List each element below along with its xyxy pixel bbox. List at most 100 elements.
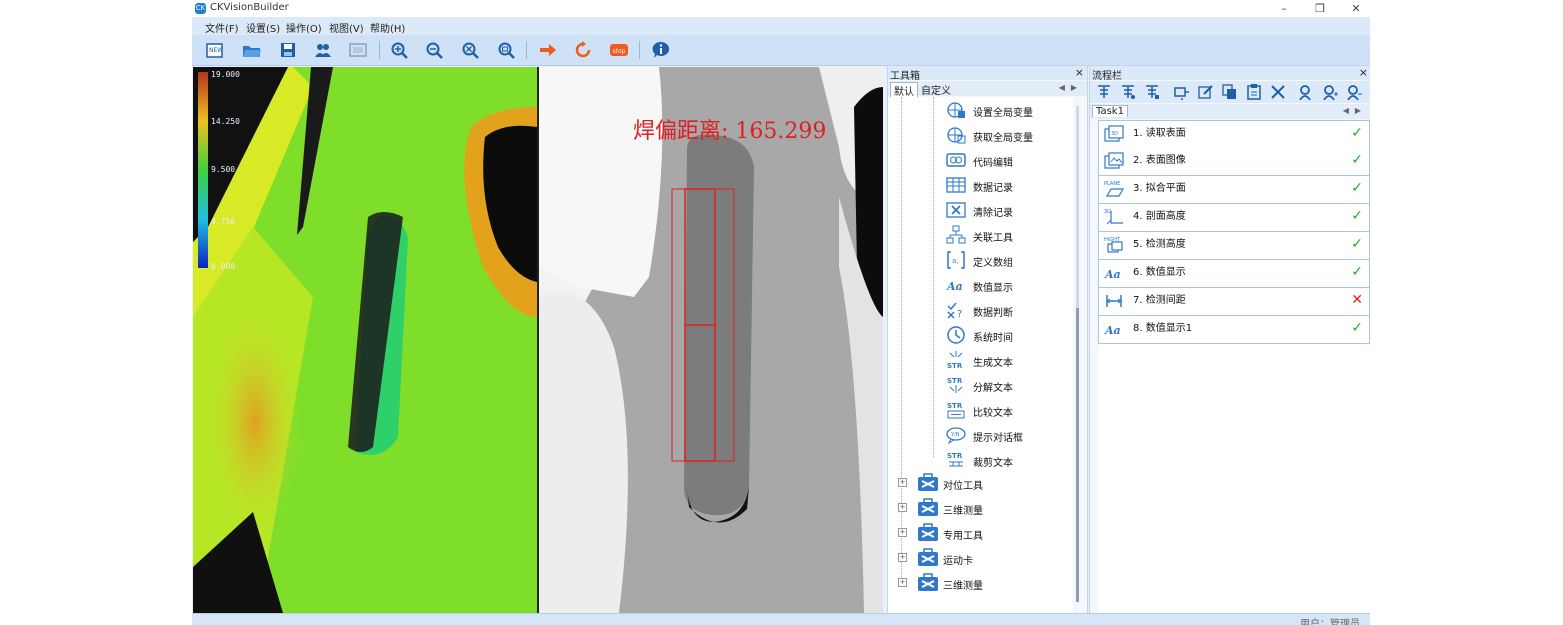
status-ok-icon: ✓: [1351, 236, 1363, 252]
save-icon[interactable]: [278, 41, 298, 59]
tool-get-global-variable[interactable]: 获取全局变量: [946, 124, 1071, 146]
value-display-icon: Aa: [1103, 319, 1125, 339]
stop-icon[interactable]: stop: [609, 41, 629, 59]
info-icon[interactable]: [651, 41, 671, 59]
toolkit-icon: [917, 473, 939, 492]
tab-custom[interactable]: 自定义: [918, 82, 954, 97]
expand-icon[interactable]: +: [898, 553, 907, 562]
minimize-button[interactable]: –: [1274, 1, 1294, 16]
run-loop-icon[interactable]: [573, 41, 593, 59]
tool-link-tool[interactable]: 关联工具: [946, 224, 1071, 246]
menu-help[interactable]: 帮助(H): [370, 20, 405, 35]
toolbox-close-icon[interactable]: ×: [1075, 66, 1084, 79]
status-ok-icon: ✓: [1351, 264, 1363, 280]
status-ok-icon: ✓: [1351, 320, 1363, 336]
image-frame-icon[interactable]: [348, 41, 368, 59]
flow-step[interactable]: PLANE 3. 拟合平面 ✓: [1098, 176, 1370, 204]
main-toolbar: NEW stop: [192, 35, 1370, 66]
flow-step[interactable]: HIGHT 5. 检测高度 ✓: [1098, 232, 1370, 260]
edit-step-icon[interactable]: [1198, 84, 1214, 100]
users-icon[interactable]: [313, 41, 333, 59]
tool-set-global-variable[interactable]: 设置全局变量: [946, 99, 1071, 121]
run-once-icon[interactable]: [538, 41, 558, 59]
flow-step[interactable]: Aa 8. 数值显示1 ✓: [1098, 316, 1370, 344]
group-special-tools[interactable]: + 专用工具: [898, 522, 1068, 544]
add-step-icon[interactable]: [1096, 84, 1112, 100]
flow-step-label: 1. 读取表面: [1133, 128, 1186, 139]
tab-default[interactable]: 默认: [890, 82, 918, 98]
paste-step-icon[interactable]: [1246, 84, 1262, 100]
menu-view[interactable]: 视图(V): [329, 20, 364, 35]
tool-compare-text[interactable]: STR 比较文本: [946, 399, 1071, 421]
flow-step[interactable]: Aa 6. 数值显示 ✓: [1098, 260, 1370, 288]
copy-step-icon[interactable]: [1222, 84, 1238, 100]
tool-code-edit[interactable]: 代码编辑: [946, 149, 1071, 171]
toolbox-title: 工具箱: [890, 71, 920, 82]
append-step-icon[interactable]: [1144, 84, 1160, 100]
tool-generate-text[interactable]: STR 生成文本: [946, 349, 1071, 371]
svg-text:NEW: NEW: [209, 47, 223, 54]
svg-text:STR: STR: [947, 452, 963, 460]
zoom-in-icon[interactable]: [390, 41, 410, 59]
define-array-icon: a,: [946, 250, 966, 270]
open-folder-icon[interactable]: [242, 41, 262, 59]
flow-step[interactable]: 3D 1. 读取表面 ✓: [1098, 120, 1370, 149]
delete-step-icon[interactable]: [1270, 84, 1286, 100]
tool-split-text[interactable]: STR 分解文本: [946, 374, 1071, 396]
user-remove-icon[interactable]: [1346, 84, 1362, 101]
group-motion-card[interactable]: + 运动卡: [898, 547, 1068, 569]
tool-prompt-dialog[interactable]: Y/N 提示对话框: [946, 424, 1071, 446]
toolbox-scroll-thumb[interactable]: [1076, 308, 1079, 602]
menu-operation[interactable]: 操作(O): [286, 20, 322, 35]
zoom-out-icon[interactable]: [425, 41, 445, 59]
tool-data-judge[interactable]: ? 数据判断: [946, 299, 1071, 321]
data-judge-icon: ?: [946, 300, 966, 320]
group-3d-measure[interactable]: + 三维测量: [898, 497, 1068, 519]
expand-icon[interactable]: +: [898, 578, 907, 587]
tool-define-array[interactable]: a, 定义数组: [946, 249, 1071, 271]
svg-text:Aa: Aa: [1104, 268, 1121, 281]
tab-scroll-arrows-icon[interactable]: ◀▶: [1059, 83, 1083, 92]
value-display-icon: Aa: [1103, 263, 1125, 283]
tab-task1[interactable]: Task1: [1092, 105, 1128, 117]
grayscale-view[interactable]: 焊偏距离: 165.299: [539, 67, 883, 613]
height-map-view[interactable]: 19.000 14.250 9.500 4.750 0.000: [193, 67, 537, 613]
flow-step-label: 6. 数值显示: [1133, 267, 1186, 278]
run-step-icon[interactable]: [1174, 84, 1190, 100]
flow-step[interactable]: 7. 检测间距 ✕: [1098, 288, 1370, 316]
trim-text-icon: STR: [946, 450, 966, 470]
tool-data-record[interactable]: 数据记录: [946, 174, 1071, 196]
zoom-actual-icon[interactable]: [497, 41, 517, 59]
svg-text:a,: a,: [952, 257, 959, 265]
tool-label: 数据记录: [973, 183, 1013, 194]
flow-step[interactable]: 3D 4. 剖面高度 ✓: [1098, 204, 1370, 232]
tab-scroll-arrows-icon[interactable]: ◀▶: [1343, 106, 1367, 115]
toolbox-panel: 工具箱 × 默认 自定义 ◀▶ 设置全局变量 获取全局变量 代码编辑 数据记录 …: [887, 65, 1088, 615]
tool-trim-text[interactable]: STR 裁剪文本: [946, 449, 1071, 471]
tool-system-time[interactable]: 系统时间: [946, 324, 1071, 346]
new-file-icon[interactable]: NEW: [205, 41, 225, 59]
group-alignment-tools[interactable]: + 对位工具: [898, 472, 1068, 494]
tool-value-display[interactable]: Aa 数值显示: [946, 274, 1071, 296]
menu-settings[interactable]: 设置(S): [246, 20, 280, 35]
link-tool-icon: [946, 225, 966, 245]
expand-icon[interactable]: +: [898, 478, 907, 487]
tool-clear-record[interactable]: 清除记录: [946, 199, 1071, 221]
user-add-icon[interactable]: [1322, 84, 1338, 101]
group-3d-measure-2[interactable]: + 三维测量: [898, 572, 1068, 594]
flow-step[interactable]: 2. 表面图像 ✓: [1098, 148, 1370, 176]
menu-file[interactable]: 文件(F): [205, 20, 239, 35]
flow-close-icon[interactable]: ×: [1359, 66, 1368, 79]
toolkit-icon: [917, 573, 939, 592]
flow-step-label: 4. 剖面高度: [1133, 211, 1186, 222]
close-button[interactable]: ✕: [1346, 1, 1366, 16]
system-time-icon: [946, 325, 966, 345]
expand-icon[interactable]: +: [898, 503, 907, 512]
insert-step-icon[interactable]: [1120, 84, 1136, 100]
zoom-fit-icon[interactable]: [461, 41, 481, 59]
image-viewer[interactable]: 19.000 14.250 9.500 4.750 0.000 焊偏距离: 16…: [193, 67, 883, 613]
user-icon[interactable]: [1298, 84, 1314, 101]
expand-icon[interactable]: +: [898, 528, 907, 537]
read-surface-icon: 3D: [1103, 124, 1125, 144]
restore-button[interactable]: ❐: [1310, 1, 1330, 16]
